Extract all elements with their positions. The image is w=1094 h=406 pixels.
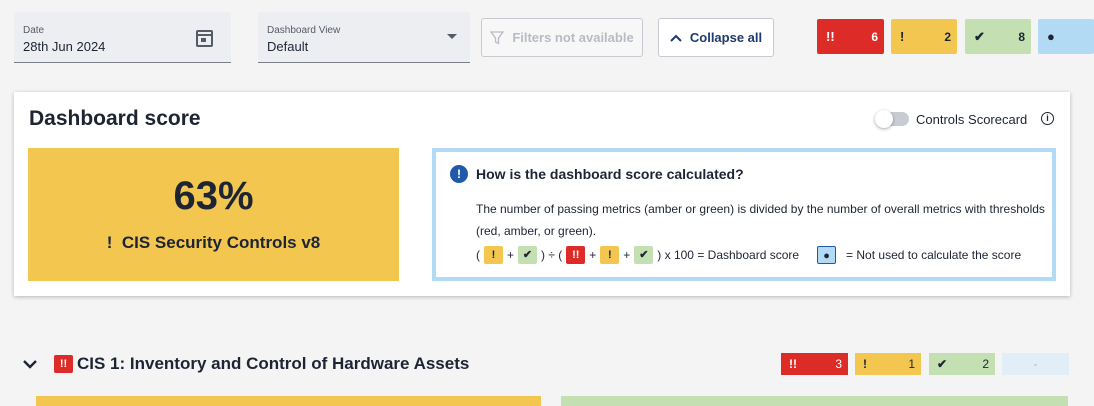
summary-blue-count[interactable]: ● — [1038, 19, 1094, 54]
red-count: 6 — [871, 30, 878, 44]
score-formula: ( ! + ✔ ) ÷ ( !! + ! + ✔ ) x 100 = Dashb… — [476, 246, 1021, 264]
section-red-count: !! 3 — [781, 353, 848, 375]
section-title[interactable]: CIS 1: Inventory and Control of Hardware… — [77, 354, 469, 374]
amber-chip-icon: ! — [600, 246, 620, 264]
chevron-down-icon[interactable] — [23, 356, 37, 369]
formula-divide: ) ÷ ( — [541, 248, 563, 262]
filters-label: Filters not available — [512, 30, 634, 45]
framework-name: ! CIS Security Controls v8 — [28, 233, 399, 253]
score-panel: 63% ! CIS Security Controls v8 — [28, 148, 399, 281]
dashboard-view-select[interactable]: Dashboard View Default — [258, 12, 470, 63]
dashboard-score-card: Dashboard score Controls Scorecard i 63%… — [14, 92, 1070, 296]
filters-button[interactable]: Filters not available — [481, 18, 643, 57]
explanation-text: The number of passing metrics (amber or … — [476, 202, 1045, 238]
green-count: 2 — [982, 357, 989, 371]
controls-scorecard-toggle[interactable] — [875, 110, 909, 128]
amber-chip-icon: ! — [484, 246, 503, 264]
collapse-all-button[interactable]: Collapse all — [658, 18, 774, 57]
critical-icon: !! — [789, 357, 797, 371]
chevron-up-icon — [670, 30, 682, 45]
blue-count: - — [1033, 357, 1038, 371]
red-count: 3 — [835, 357, 842, 371]
red-chip-icon: !! — [566, 246, 586, 264]
formula-plus: + — [623, 248, 631, 262]
controls-scorecard-label: Controls Scorecard — [916, 112, 1028, 127]
dashboard-view-value: Default — [267, 39, 309, 54]
score-value: 63% — [173, 174, 254, 218]
dashboard-score-title: Dashboard score — [29, 107, 201, 130]
date-picker-field[interactable]: Date 28th Jun 2024 — [14, 12, 231, 63]
check-icon: ✔ — [937, 357, 948, 371]
amber-count: 2 — [944, 30, 951, 44]
formula-legend: = Not used to calculate the score — [846, 248, 1022, 262]
collapse-all-label: Collapse all — [689, 30, 763, 45]
date-label: Date — [23, 25, 45, 36]
formula-open-paren: ( — [476, 248, 480, 262]
calendar-icon[interactable] — [196, 30, 213, 47]
section-amber-count: ! 1 — [855, 353, 921, 375]
green-count: 8 — [1018, 30, 1025, 44]
section-blue-count: - — [1002, 353, 1069, 375]
check-icon: ✔ — [974, 29, 985, 44]
dropdown-caret-icon — [447, 34, 457, 39]
critical-icon: !! — [826, 29, 835, 44]
date-value: 28th Jun 2024 — [23, 39, 106, 54]
green-chip-icon: ✔ — [634, 246, 654, 264]
blue-chip-icon: ● — [817, 246, 837, 264]
formula-close: ) x 100 = Dashboard score — [657, 248, 800, 262]
summary-green-count[interactable]: ✔ 8 — [965, 19, 1031, 54]
green-chip-icon: ✔ — [518, 246, 538, 264]
metric-card-green[interactable] — [561, 396, 1068, 406]
warning-icon: ! — [900, 29, 905, 44]
formula-plus: + — [589, 248, 597, 262]
framework-label: CIS Security Controls v8 — [121, 233, 321, 252]
info-icon[interactable]: i — [1041, 112, 1054, 125]
explanation-title: How is the dashboard score calculated? — [476, 166, 744, 182]
info-filled-icon: ! — [450, 165, 468, 183]
summary-amber-count[interactable]: ! 2 — [891, 19, 957, 54]
formula-plus: + — [507, 248, 515, 262]
amber-count: 1 — [908, 357, 915, 371]
warning-icon: ! — [106, 233, 113, 252]
dashboard-view-label: Dashboard View — [267, 25, 341, 36]
filter-icon — [490, 30, 505, 45]
warning-icon: ! — [863, 357, 867, 371]
metric-card-amber[interactable] — [36, 396, 541, 406]
score-explanation-panel: ! How is the dashboard score calculated?… — [432, 148, 1056, 281]
section-green-count: ✔ 2 — [929, 353, 995, 375]
dot-icon: ● — [1047, 29, 1055, 44]
critical-icon: !! — [54, 355, 73, 373]
summary-red-count[interactable]: !! 6 — [817, 19, 884, 54]
